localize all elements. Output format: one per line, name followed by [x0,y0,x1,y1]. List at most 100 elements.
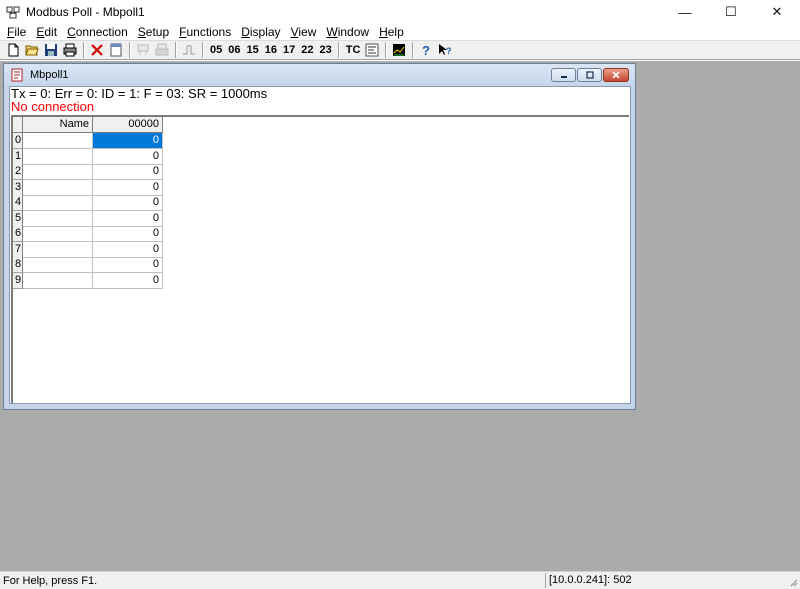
function-05-button[interactable]: 05 [207,41,225,59]
value-cell-8[interactable]: 0 [93,257,163,273]
name-cell-7[interactable] [23,241,93,258]
name-cell-3[interactable] [23,179,93,196]
value-cell-7[interactable]: 0 [93,241,163,258]
row-header-3[interactable]: 3 [13,179,23,196]
toolbar-separator [337,42,340,58]
red-x-icon [91,44,103,56]
pulse-button[interactable] [180,41,198,59]
status-help-text: For Help, press F1. [3,575,98,587]
menu-edit[interactable]: Edit [31,25,62,39]
print-button[interactable] [61,41,79,59]
child-minimize-button[interactable] [551,68,576,82]
chart-button[interactable] [390,41,408,59]
tc-button[interactable]: TC [343,41,364,59]
mbpoll-child-window[interactable]: Mbpoll1 Tx = 0: Err = 0: ID = 1: F = 03:… [3,63,636,410]
name-cell-5[interactable] [23,210,93,227]
row-header-7[interactable]: 7 [13,241,23,258]
toolbar-separator [412,42,415,58]
toolbar-separator [202,42,204,58]
child-title-bar[interactable]: Mbpoll1 [4,64,635,86]
register-grid[interactable]: Name 00000 0 0 1 0 2 0 3 0 4 0 5 0 6 0 7 0 8 0 9 0 [11,115,629,403]
name-cell-6[interactable] [23,226,93,242]
row-header-2[interactable]: 2 [13,164,23,180]
row-header-1[interactable]: 1 [13,148,23,165]
name-cell-1[interactable] [23,148,93,165]
menu-file[interactable]: File [2,25,31,39]
function-17-button[interactable]: 17 [280,41,298,59]
child-maximize-button[interactable] [577,68,602,82]
value-cell-3[interactable]: 0 [93,179,163,196]
value-cell-4[interactable]: 0 [93,195,163,211]
row-header-9[interactable]: 9 [13,272,23,289]
name-cell-2[interactable] [23,164,93,180]
minimize-button[interactable]: — [662,0,708,24]
menu-display[interactable]: Display [236,25,285,39]
context-help-button[interactable]: ? [436,41,454,59]
window-icon [110,43,122,57]
close-button[interactable]: ✕ [754,0,800,24]
disconnect-button[interactable] [153,41,171,59]
save-button[interactable] [42,41,60,59]
name-cell-0[interactable] [23,133,93,149]
row-header-4[interactable]: 4 [13,195,23,211]
window-button[interactable] [107,41,125,59]
child-client-area: Tx = 0: Err = 0: ID = 1: F = 03: SR = 10… [9,86,631,404]
toolbar-separator [83,42,85,58]
value-cell-6[interactable]: 0 [93,226,163,242]
menu-window[interactable]: Window [321,25,374,39]
open-file-button[interactable] [23,41,41,59]
new-file-icon [8,43,19,57]
column-header-name[interactable]: Name [23,117,93,133]
menu-view[interactable]: View [286,25,322,39]
function-15-button[interactable]: 15 [244,41,262,59]
status-bar: For Help, press F1. [10.0.0.241]: 502 [0,571,800,589]
resize-grip-icon[interactable] [788,577,798,587]
connection-error-text: No connection [11,99,95,114]
row-header-6[interactable]: 6 [13,226,23,242]
save-disk-icon [45,44,57,56]
function-16-button[interactable]: 16 [262,41,280,59]
toolbar-separator [175,42,177,58]
maximize-icon [585,71,594,79]
toolbar: 05 06 15 16 17 22 23 TC ? ? [0,40,800,60]
row-header-5[interactable]: 5 [13,210,23,227]
value-cell-9[interactable]: 0 [93,272,163,289]
column-header-address[interactable]: 00000 [93,117,163,133]
connect-button[interactable] [134,41,152,59]
context-help-icon: ? [439,44,452,56]
value-cell-1[interactable]: 0 [93,148,163,165]
menu-bar: File Edit Connection Setup Functions Dis… [0,24,800,40]
row-header-8[interactable]: 8 [13,257,23,273]
printer-icon [63,43,77,57]
delete-button[interactable] [88,41,106,59]
row-header-0[interactable]: 0 [13,133,23,149]
value-cell-0[interactable]: 0 [93,133,163,149]
menu-help[interactable]: Help [374,25,409,39]
window-title: Modbus Poll - Mbpoll1 [26,5,145,19]
function-23-button[interactable]: 23 [317,41,335,59]
child-title: Mbpoll1 [30,69,69,81]
document-icon [10,68,24,82]
name-cell-4[interactable] [23,195,93,211]
app-title-bar[interactable]: Modbus Poll - Mbpoll1 — ☐ ✕ [0,0,800,24]
grid-corner-header [13,117,23,133]
traffic-button[interactable] [363,41,381,59]
new-file-button[interactable] [4,41,22,59]
value-cell-2[interactable]: 0 [93,164,163,180]
name-cell-9[interactable] [23,272,93,289]
function-06-button[interactable]: 06 [225,41,243,59]
name-cell-8[interactable] [23,257,93,273]
close-icon: ✕ [771,4,783,19]
maximize-button[interactable]: ☐ [708,0,754,24]
value-cell-5[interactable]: 0 [93,210,163,227]
function-22-button[interactable]: 22 [298,41,316,59]
menu-functions[interactable]: Functions [174,25,236,39]
traffic-monitor-icon [365,43,379,57]
minimize-icon: — [678,4,692,20]
help-button[interactable]: ? [417,41,435,59]
menu-setup[interactable]: Setup [133,25,174,39]
menu-connection[interactable]: Connection [62,25,133,39]
status-connection-pane: [10.0.0.241]: 502 [545,573,785,588]
toolbar-separator [129,42,131,58]
child-close-button[interactable] [603,68,629,82]
